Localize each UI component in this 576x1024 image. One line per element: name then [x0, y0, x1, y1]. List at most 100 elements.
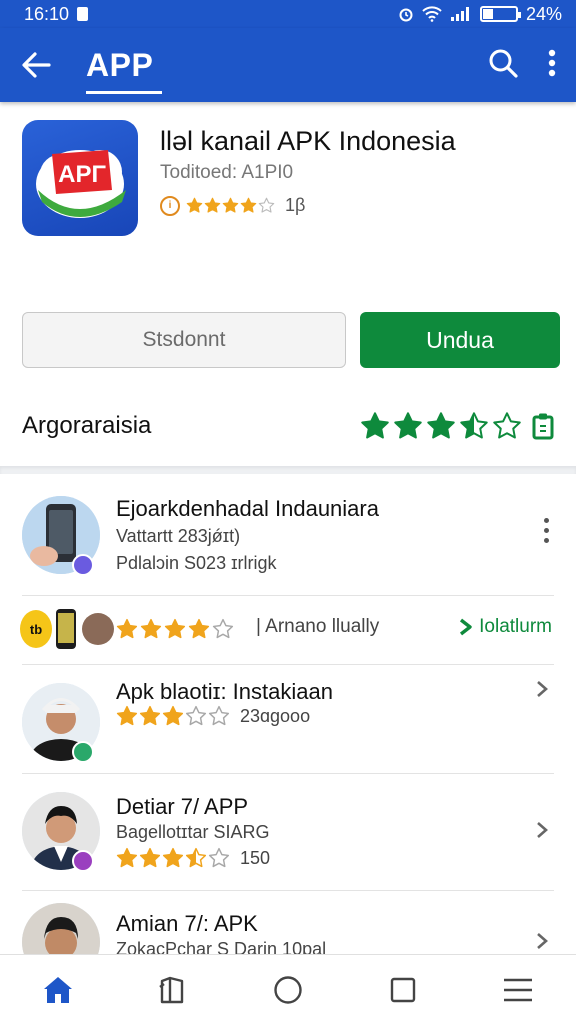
list-item-subtitle: ZokacPchar S Darin 10pal: [116, 939, 327, 955]
list-item-title: Ejoarkdenhadal Indauniara: [116, 496, 379, 521]
back-button[interactable]: [20, 49, 52, 81]
promo-link[interactable]: Iolatlurm: [459, 616, 552, 638]
app-logo-text: APΓ: [58, 161, 106, 188]
arrow-left-icon: [22, 52, 51, 78]
list-item-title: Apk blaotiɪ: Instakiaan: [116, 679, 333, 704]
avatar: [22, 903, 100, 955]
app-name: lləl kanail APK Indonesia: [160, 126, 456, 156]
promo-phone-icon: [56, 609, 76, 649]
app-badge-icon: [72, 850, 94, 872]
list-item-stars: [116, 847, 230, 869]
app-logo-graphic: APΓ: [36, 150, 126, 218]
star-icon: [493, 412, 521, 439]
battery-icon: [479, 6, 521, 22]
star-icon: [116, 618, 138, 639]
list-item-more-icon[interactable]: [542, 518, 550, 543]
chevron-right-icon[interactable]: [532, 931, 552, 951]
nav-home[interactable]: [28, 960, 88, 1020]
app-rating-stars: [186, 197, 275, 214]
nav-library[interactable]: [143, 960, 203, 1020]
star-icon: [116, 705, 138, 726]
app-logo[interactable]: APΓ: [22, 120, 138, 236]
list-item[interactable]: Detiar 7/ APP Bagellotɪtar SIARG 150: [0, 774, 576, 890]
list-item-rating: 23ɑgooo: [116, 705, 310, 727]
screen: 16:10 24% APP APΓ lləl kanail APK Indone…: [0, 0, 576, 1024]
star-icon: [222, 197, 239, 213]
app-bar-title-wrap: APP: [86, 46, 162, 94]
list-item-title: Detiar 7/ APP: [116, 794, 249, 819]
promo-link-label: Iolatlurm: [479, 616, 552, 637]
app-bar-actions: [488, 48, 556, 83]
nav-home-button[interactable]: [258, 960, 318, 1020]
chevron-right-icon[interactable]: [532, 679, 552, 699]
clipboard-icon[interactable]: [532, 412, 554, 440]
star-icon: [185, 705, 207, 726]
chevron-right-icon[interactable]: [532, 820, 552, 840]
star-icon: [212, 618, 234, 639]
wifi-icon: [422, 6, 442, 22]
nav-menu[interactable]: [488, 960, 548, 1020]
promo-row[interactable]: tb | Arnano llually Iolatlurm: [0, 596, 576, 662]
action-buttons: Stsdonnt Undua: [22, 312, 560, 368]
circle-icon: [274, 975, 302, 1004]
star-icon: [204, 197, 221, 213]
menu-icon: [504, 978, 533, 1001]
signal-icon: [450, 7, 469, 21]
rating-section-label: Argoraraisia: [22, 412, 152, 439]
star-icon: [240, 197, 257, 213]
home-icon: [43, 976, 72, 1003]
sim-icon: [77, 7, 89, 21]
star-icon: [162, 847, 184, 868]
star-icon: [208, 847, 230, 868]
nav-recents[interactable]: [373, 960, 433, 1020]
status-bar: 16:10 24%: [0, 0, 576, 28]
star-icon: [361, 412, 389, 439]
bottom-navigation: [0, 954, 576, 1024]
verified-badge-icon: [72, 741, 94, 763]
promo-stars: [116, 618, 234, 640]
list-item-stars: [116, 705, 230, 727]
star-icon: [185, 847, 207, 868]
list-item-subtitle: Vattartt 283jǿɪt): [116, 526, 241, 546]
star-icon: [186, 197, 203, 213]
book-icon: [159, 976, 183, 1003]
more-button[interactable]: [548, 49, 556, 82]
list-item-subtitle: Bagellotɪtar SIARG: [116, 822, 270, 842]
list-item[interactable]: Amian 7/: APK ZokacPchar S Darin 10pal: [0, 891, 576, 955]
star-icon: [258, 197, 275, 213]
app-header: APΓ lləl kanail APK Indonesia Toditoed: …: [0, 102, 576, 302]
star-icon: [208, 705, 230, 726]
app-rating: i 1β: [160, 195, 305, 216]
secondary-button[interactable]: Stsdonnt: [22, 312, 346, 368]
section-divider: [0, 466, 576, 474]
star-icon: [188, 618, 210, 639]
rating-section-stars[interactable]: [360, 411, 522, 441]
alarm-icon: [399, 8, 413, 22]
list-item[interactable]: Apk blaotiɪ: Instakiaan 23ɑgooo: [0, 665, 576, 773]
app-subtitle: Toditoed: A1PI0: [160, 162, 294, 183]
download-button[interactable]: Undua: [360, 312, 560, 368]
star-icon: [140, 618, 162, 639]
search-icon: [489, 49, 518, 78]
list-item[interactable]: Ejoarkdenhadal Indauniara Vattartt 283jǿ…: [0, 474, 576, 596]
star-icon: [394, 412, 422, 439]
list-item-rating: 150: [116, 847, 270, 869]
status-time: 16:10: [24, 3, 70, 24]
person-avatar-graphic: [22, 903, 100, 955]
search-button[interactable]: [488, 48, 518, 83]
page-title: APP: [86, 46, 154, 83]
star-icon: [427, 412, 455, 439]
list-item-detail: Pdlalɔin S023 ɪrlrigk: [116, 553, 277, 573]
star-icon: [139, 705, 161, 726]
title-underline: [86, 90, 162, 94]
more-vert-icon: [548, 49, 556, 76]
promo-text: | Arnano llually: [256, 616, 380, 637]
star-icon: [460, 412, 488, 439]
star-icon: [139, 847, 161, 868]
status-icons: 24%: [398, 4, 562, 25]
list-item-title: Amian 7/: APK: [116, 911, 258, 936]
app-badge-icon: [72, 554, 94, 576]
promo-avatars: tb: [20, 608, 114, 650]
chevron-right-icon: [460, 618, 472, 636]
list-item-rating-count: 23ɑgooo: [240, 705, 311, 726]
